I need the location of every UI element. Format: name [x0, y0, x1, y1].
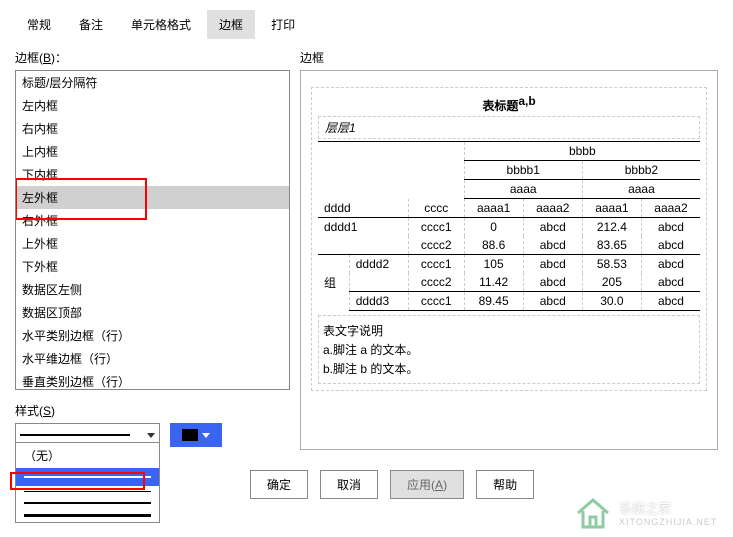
list-item[interactable]: 数据区顶部 — [16, 301, 289, 324]
tab-border[interactable]: 边框 — [207, 10, 255, 39]
list-item[interactable]: 水平类别边框（行） — [16, 324, 289, 347]
style-label: 样式(S) — [15, 402, 290, 419]
tab-bar: 常规 备注 单元格格式 边框 打印 — [0, 0, 733, 39]
chevron-down-icon — [202, 433, 210, 438]
border-list-label: 边框(B)： — [15, 49, 290, 66]
preview-table: bbbb bbbb1 bbbb2 aaaa aaaa dddd cccc — [318, 141, 700, 311]
dropdown-item-line[interactable] — [16, 468, 159, 486]
border-preview: 表标题a,b 层层1 bbbb bbbb1 bbbb2 — [300, 70, 718, 450]
dialog-buttons: 确定 取消 应用(A) 帮助 — [250, 470, 534, 499]
line-style-preview — [20, 434, 130, 436]
dropdown-item-none[interactable]: （无） — [16, 443, 159, 468]
list-item[interactable]: 右内框 — [16, 117, 289, 140]
style-dropdown-list[interactable]: （无） — [15, 442, 160, 523]
preview-footnotes: 表文字说明 a.脚注 a 的文本。 b.脚注 b 的文本。 — [318, 315, 700, 384]
cancel-button[interactable]: 取消 — [320, 470, 378, 499]
dropdown-item-line[interactable] — [16, 509, 159, 522]
list-item[interactable]: 左内框 — [16, 94, 289, 117]
preview-table-title: 表标题a,b — [318, 94, 700, 114]
list-item[interactable]: 左外框 — [16, 186, 289, 209]
tab-print[interactable]: 打印 — [259, 10, 307, 39]
list-item[interactable]: 下内框 — [16, 163, 289, 186]
chevron-down-icon — [147, 433, 155, 438]
list-item[interactable]: 右外框 — [16, 209, 289, 232]
color-picker-button[interactable] — [170, 423, 222, 447]
list-item[interactable]: 垂直类别边框（行） — [16, 370, 289, 390]
list-item[interactable]: 上内框 — [16, 140, 289, 163]
ok-button[interactable]: 确定 — [250, 470, 308, 499]
preview-label: 边框 — [300, 49, 718, 66]
list-item[interactable]: 上外框 — [16, 232, 289, 255]
tab-cellformat[interactable]: 单元格格式 — [119, 10, 203, 39]
help-button[interactable]: 帮助 — [476, 470, 534, 499]
list-item[interactable]: 下外框 — [16, 255, 289, 278]
list-item[interactable]: 数据区左侧 — [16, 278, 289, 301]
watermark: 系统之家 XITONGZHIJIA.NET — [573, 487, 733, 537]
dropdown-item-line[interactable] — [16, 486, 159, 497]
color-swatch — [182, 429, 198, 441]
tab-general[interactable]: 常规 — [15, 10, 63, 39]
apply-button[interactable]: 应用(A) — [390, 470, 464, 499]
tab-notes[interactable]: 备注 — [67, 10, 115, 39]
dropdown-item-line[interactable] — [16, 497, 159, 509]
preview-layer-label: 层层1 — [318, 116, 700, 139]
house-icon — [573, 495, 613, 530]
list-item[interactable]: 标题/层分隔符 — [16, 71, 289, 94]
border-listbox[interactable]: 标题/层分隔符 左内框 右内框 上内框 下内框 左外框 右外框 上外框 下外框 … — [15, 70, 290, 390]
list-item[interactable]: 水平维边框（行） — [16, 347, 289, 370]
